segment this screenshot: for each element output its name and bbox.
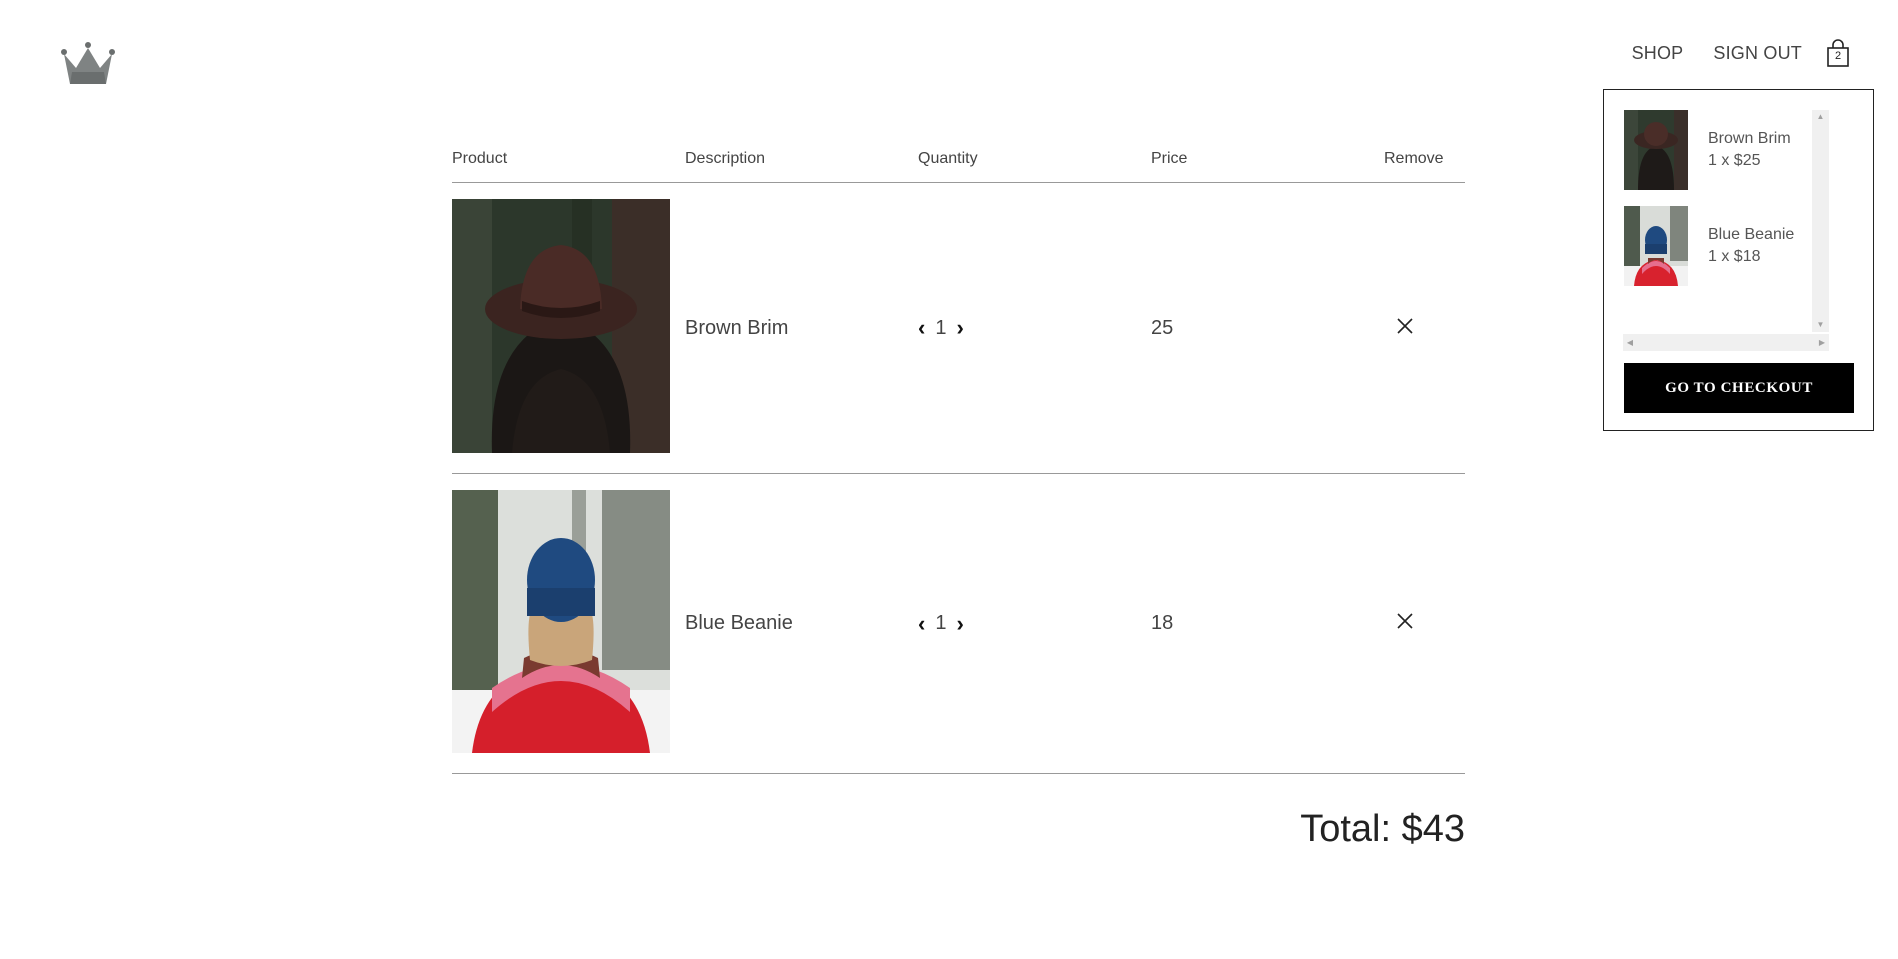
table-row: Brown Brim ‹ 1 › 25 <box>452 183 1465 474</box>
cart-total: Total: $43 <box>1300 808 1465 850</box>
header-remove: Remove <box>1384 150 1444 167</box>
cart-dropdown-item: Blue Beanie 1 x $18 <box>1624 206 1844 302</box>
quantity-value: 1 <box>935 316 947 339</box>
chevron-left-icon[interactable]: ‹ <box>918 611 925 637</box>
quantity-stepper: ‹ 1 › <box>918 611 1151 637</box>
go-to-checkout-button[interactable]: GO TO CHECKOUT <box>1624 363 1854 413</box>
header-description: Description <box>685 150 766 167</box>
shopping-bag-icon[interactable]: 2 <box>1826 38 1850 68</box>
cart-dropdown-items[interactable]: Brown Brim 1 x $25 Blue Beanie 1 x $18 <box>1624 110 1844 318</box>
scroll-down-arrow-icon[interactable]: ▼ <box>1812 318 1829 332</box>
quantity-stepper: ‹ 1 › <box>918 315 1151 341</box>
scroll-up-arrow-icon[interactable]: ▲ <box>1812 110 1829 124</box>
header-quantity: Quantity <box>918 150 978 167</box>
blue-beanie-thumbnail <box>1624 206 1688 286</box>
item-price: 18 <box>1151 612 1174 634</box>
item-description: Brown Brim <box>685 316 789 339</box>
dropdown-item-name: Brown Brim <box>1708 130 1791 147</box>
blue-beanie-image <box>452 489 670 758</box>
chevron-left-icon[interactable]: ‹ <box>918 315 925 341</box>
brown-brim-image <box>452 198 670 458</box>
chevron-right-icon[interactable]: › <box>956 611 963 637</box>
dropdown-item-name: Blue Beanie <box>1708 226 1795 243</box>
cart-dropdown-item: Brown Brim 1 x $25 <box>1624 110 1844 206</box>
header-price: Price <box>1151 150 1188 167</box>
chevron-right-icon[interactable]: › <box>956 315 963 341</box>
main-nav: SHOP SIGN OUT 2 <box>1632 38 1850 68</box>
dropdown-vertical-scrollbar[interactable]: ▲ ▼ <box>1812 110 1829 332</box>
cart-dropdown: Brown Brim 1 x $25 Blue Beanie 1 x $18 G… <box>1603 89 1874 431</box>
crown-logo-icon[interactable] <box>60 40 116 88</box>
nav-sign-out-link[interactable]: SIGN OUT <box>1713 43 1802 64</box>
header-product: Product <box>452 150 508 167</box>
dropdown-item-qty-price: 1 x $18 <box>1708 248 1761 265</box>
dropdown-item-qty-price: 1 x $25 <box>1708 152 1761 169</box>
scroll-right-arrow-icon[interactable]: ▶ <box>1815 334 1829 351</box>
dropdown-horizontal-scrollbar[interactable]: ◀ ▶ <box>1623 334 1829 351</box>
cart-count-badge: 2 <box>1834 50 1842 62</box>
item-description: Blue Beanie <box>685 612 793 634</box>
close-icon[interactable] <box>1396 612 1414 635</box>
quantity-value: 1 <box>935 612 947 634</box>
cart-table-header: Product Description Quantity Price Remov… <box>452 150 1465 183</box>
brown-brim-thumbnail <box>1624 110 1688 190</box>
cart-table: Product Description Quantity Price Remov… <box>452 150 1465 774</box>
scroll-left-arrow-icon[interactable]: ◀ <box>1623 334 1637 351</box>
nav-shop-link[interactable]: SHOP <box>1632 43 1684 64</box>
close-icon[interactable] <box>1396 317 1414 340</box>
table-row: Blue Beanie ‹ 1 › 18 <box>452 474 1465 774</box>
item-price: 25 <box>1151 316 1174 339</box>
